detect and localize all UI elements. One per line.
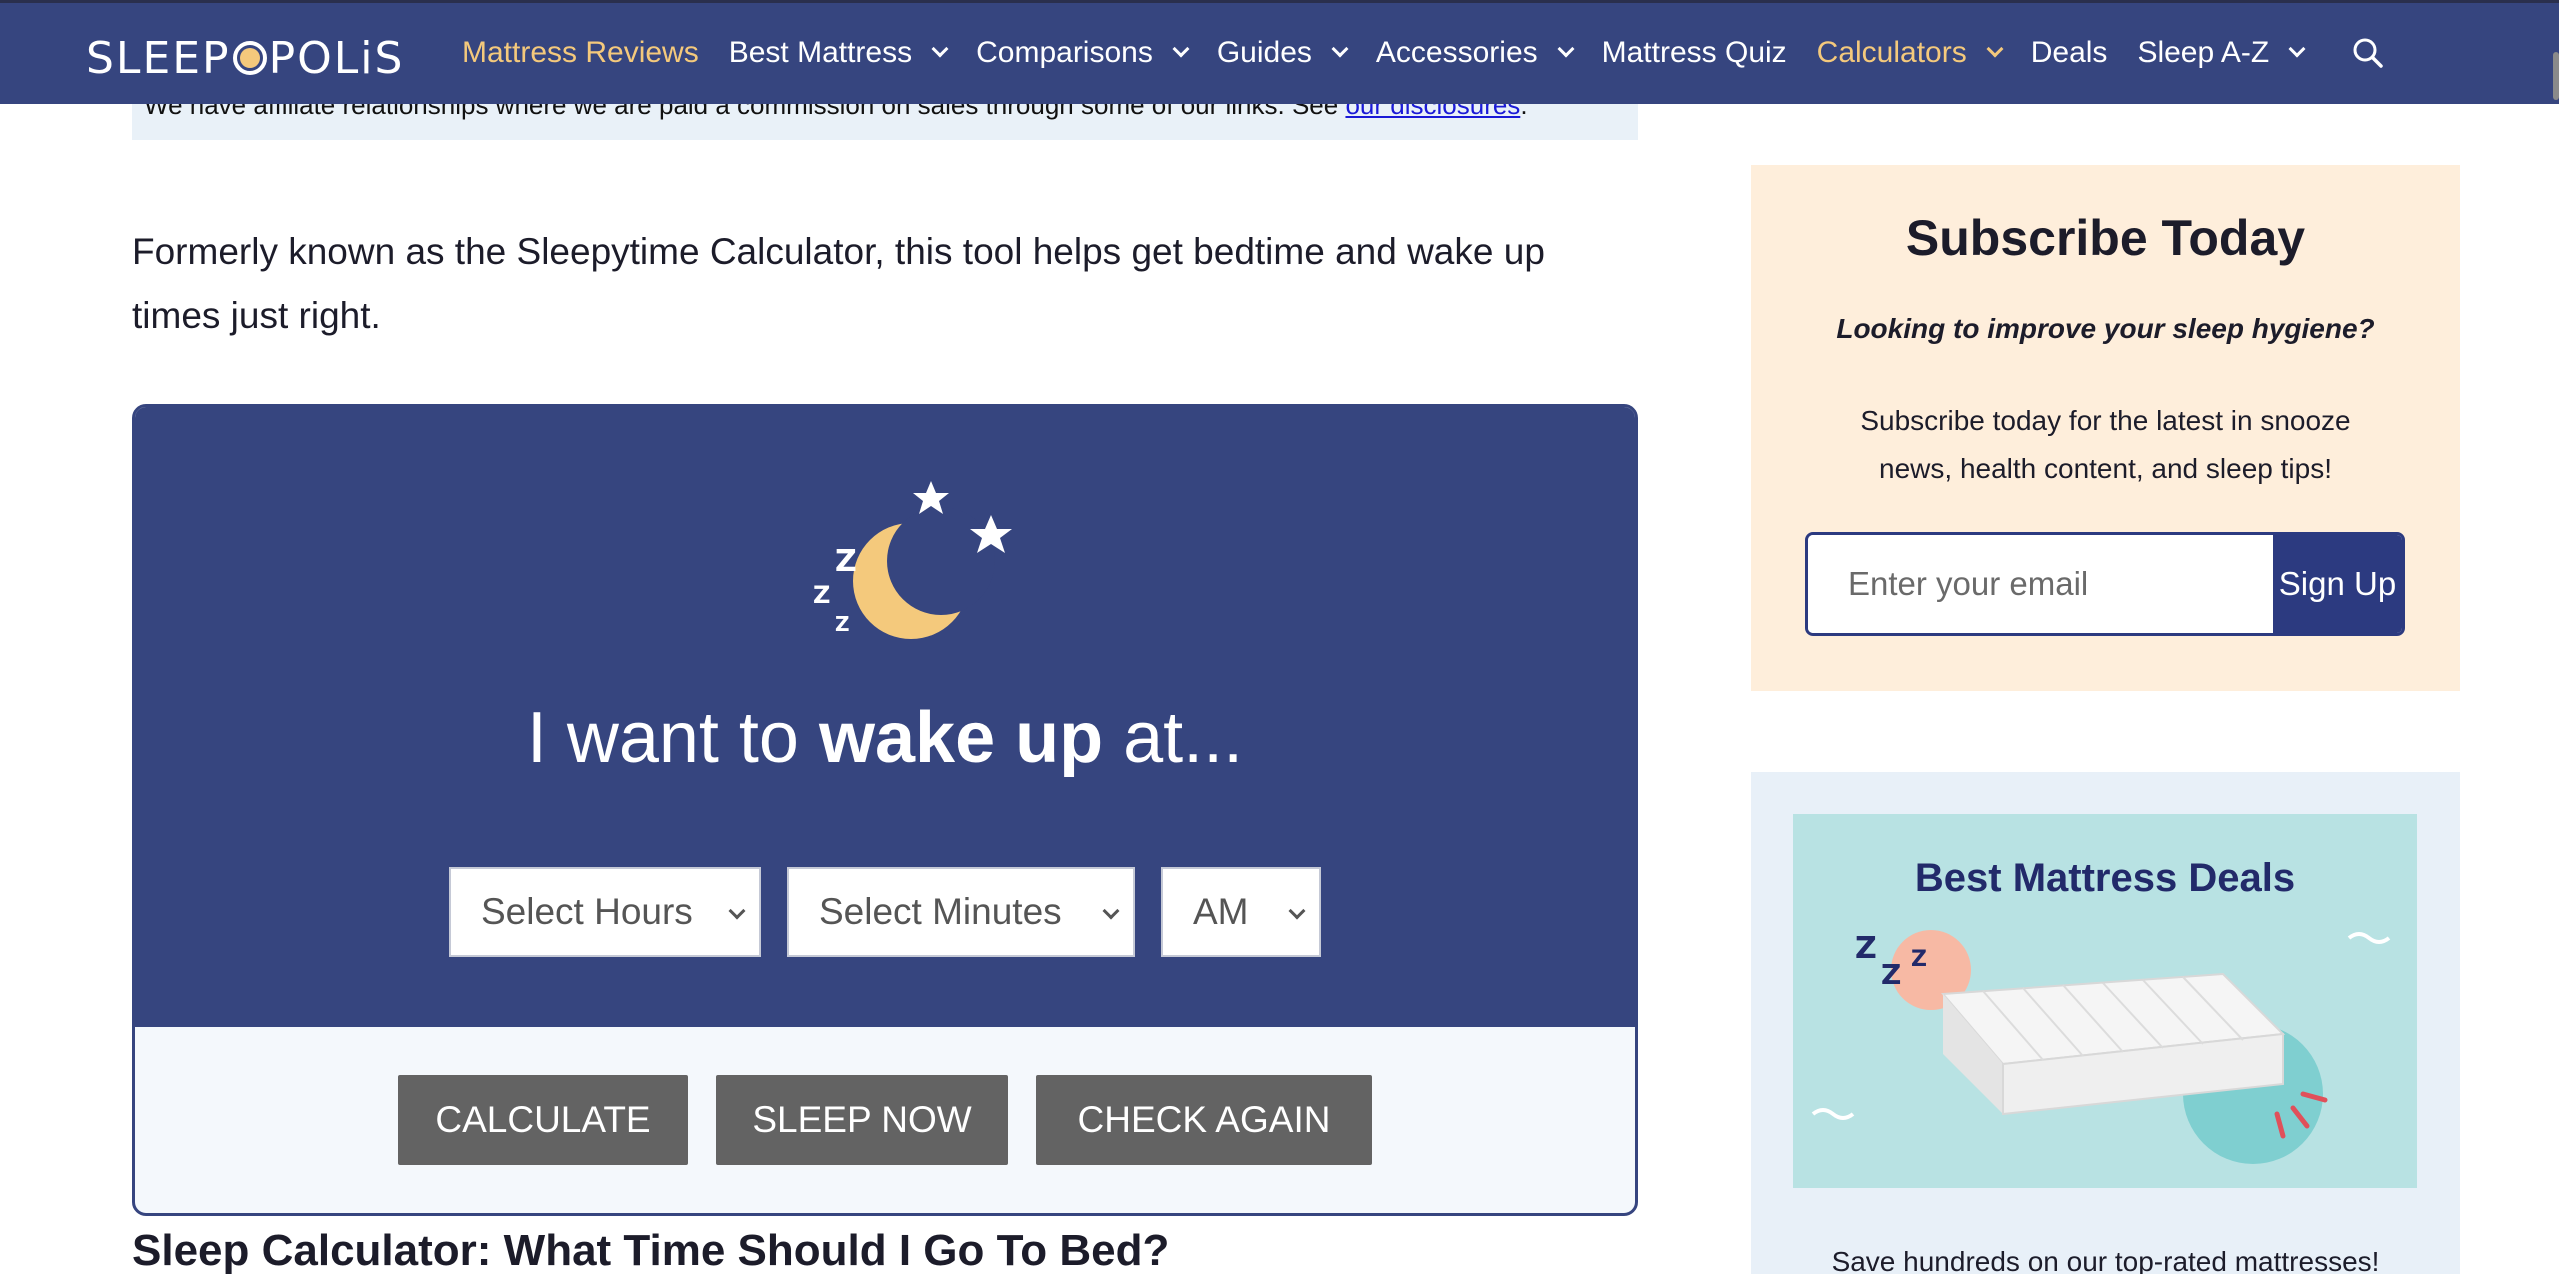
heading-bold: wake up: [818, 698, 1104, 778]
site-logo[interactable]: SLEEP POLiS: [86, 33, 404, 84]
svg-text:Z: Z: [835, 544, 857, 579]
chevron-down-icon[interactable]: [1557, 40, 1575, 58]
nav-item-label: Calculators: [1816, 36, 1967, 69]
sleep-calculator: Z Z Z I want to wake up at... Select Hou…: [132, 404, 1638, 1216]
nav-item-accessories[interactable]: Accessories: [1375, 36, 1575, 70]
minutes-select-value: Select Minutes: [819, 891, 1062, 932]
nav-item-label: Mattress Quiz: [1601, 36, 1787, 69]
nav-item-sleep-a-z[interactable]: Sleep A-Z: [2137, 36, 2306, 70]
hours-select-value: Select Hours: [481, 891, 693, 932]
heading-pre: I want to: [526, 698, 819, 778]
chevron-down-icon: [728, 902, 746, 920]
ampm-select-value: AM: [1193, 891, 1249, 932]
nav-item-label: Guides: [1216, 36, 1312, 69]
subscribe-text: Subscribe today for the latest in snooze…: [1860, 405, 2351, 484]
nav-item-label: Accessories: [1375, 36, 1538, 69]
deals-widget: Best Mattress Deals Z Z Z Save hundreds …: [1751, 772, 2460, 1274]
chevron-down-icon[interactable]: [1331, 40, 1349, 58]
moon-stars-zzz-icon: Z Z Z: [813, 481, 1012, 639]
ampm-select[interactable]: AM: [1161, 867, 1321, 957]
page-scrollbar[interactable]: [2553, 52, 2559, 100]
time-selects: Select Hours Select Minutes AM: [135, 867, 1635, 957]
calculate-button[interactable]: CALCULATE: [398, 1075, 688, 1165]
heading-post: at...: [1103, 698, 1244, 778]
chevron-down-icon[interactable]: [1986, 40, 2004, 58]
search-icon[interactable]: [2352, 37, 2384, 69]
nav-item-best-mattress[interactable]: Best Mattress: [728, 36, 949, 70]
chevron-down-icon[interactable]: [931, 40, 949, 58]
svg-text:Z: Z: [1911, 947, 1927, 972]
nav-item-label: Deals: [2030, 36, 2108, 69]
subscribe-question: Looking to improve your sleep hygiene?: [1836, 313, 2375, 344]
svg-text:Z: Z: [1881, 958, 1901, 991]
deals-title: Best Mattress Deals: [1914, 856, 2296, 900]
svg-text:Z: Z: [1855, 931, 1877, 966]
sign-up-button[interactable]: Sign Up: [2273, 535, 2402, 633]
sleep-now-button[interactable]: SLEEP NOW: [716, 1075, 1008, 1165]
check-again-button[interactable]: CHECK AGAIN: [1036, 1075, 1372, 1165]
svg-text:Z: Z: [813, 581, 830, 609]
subscribe-title: Subscribe Today: [1905, 210, 2306, 266]
email-field[interactable]: [1808, 535, 2273, 633]
nav-item-label: Best Mattress: [728, 36, 913, 69]
chevron-down-icon: [1102, 902, 1120, 920]
mattress-illustration-icon: Z Z Z: [1811, 930, 2391, 1164]
logo-moon-icon: [232, 41, 267, 75]
chevron-down-icon[interactable]: [2288, 40, 2306, 58]
nav-item-label: Mattress Reviews: [462, 36, 699, 69]
nav-item-label: Sleep A-Z: [2137, 36, 2270, 69]
hours-select[interactable]: Select Hours: [449, 867, 761, 957]
nav-item-comparisons[interactable]: Comparisons: [976, 36, 1190, 70]
nav-item-guides[interactable]: Guides: [1216, 36, 1349, 70]
deals-banner[interactable]: Best Mattress Deals Z Z Z: [1793, 814, 2417, 1188]
nav-item-mattress-reviews[interactable]: Mattress Reviews: [462, 36, 699, 70]
subscribe-widget: Subscribe Today Looking to improve your …: [1751, 165, 2460, 691]
section-heading: Sleep Calculator: What Time Should I Go …: [132, 1226, 1170, 1274]
intro-paragraph: Formerly known as the Sleepytime Calcula…: [132, 231, 1545, 336]
deals-text: Save hundreds on our top-rated mattresse…: [1831, 1246, 2380, 1274]
calculator-heading: I want to wake up at...: [135, 697, 1635, 779]
subscribe-form: Sign Up: [1805, 532, 2405, 636]
nav-item-deals[interactable]: Deals: [2031, 36, 2108, 70]
chevron-down-icon: [1288, 902, 1306, 920]
nav-menu: Mattress Reviews Best Mattress Compariso…: [462, 3, 2333, 103]
top-navigation: SLEEP POLiS Mattress Reviews Best Mattres…: [0, 0, 2559, 104]
chevron-down-icon[interactable]: [1172, 40, 1190, 58]
nav-item-calculators[interactable]: Calculators: [1816, 36, 2004, 70]
nav-item-label: Comparisons: [976, 36, 1153, 69]
nav-item-mattress-quiz[interactable]: Mattress Quiz: [1602, 36, 1787, 70]
minutes-select[interactable]: Select Minutes: [787, 867, 1135, 957]
calculator-actions: CALCULATE SLEEP NOW CHECK AGAIN: [135, 1075, 1635, 1165]
svg-text:Z: Z: [835, 612, 850, 636]
calculator-header: Z Z Z I want to wake up at... Select Hou…: [135, 407, 1635, 1027]
